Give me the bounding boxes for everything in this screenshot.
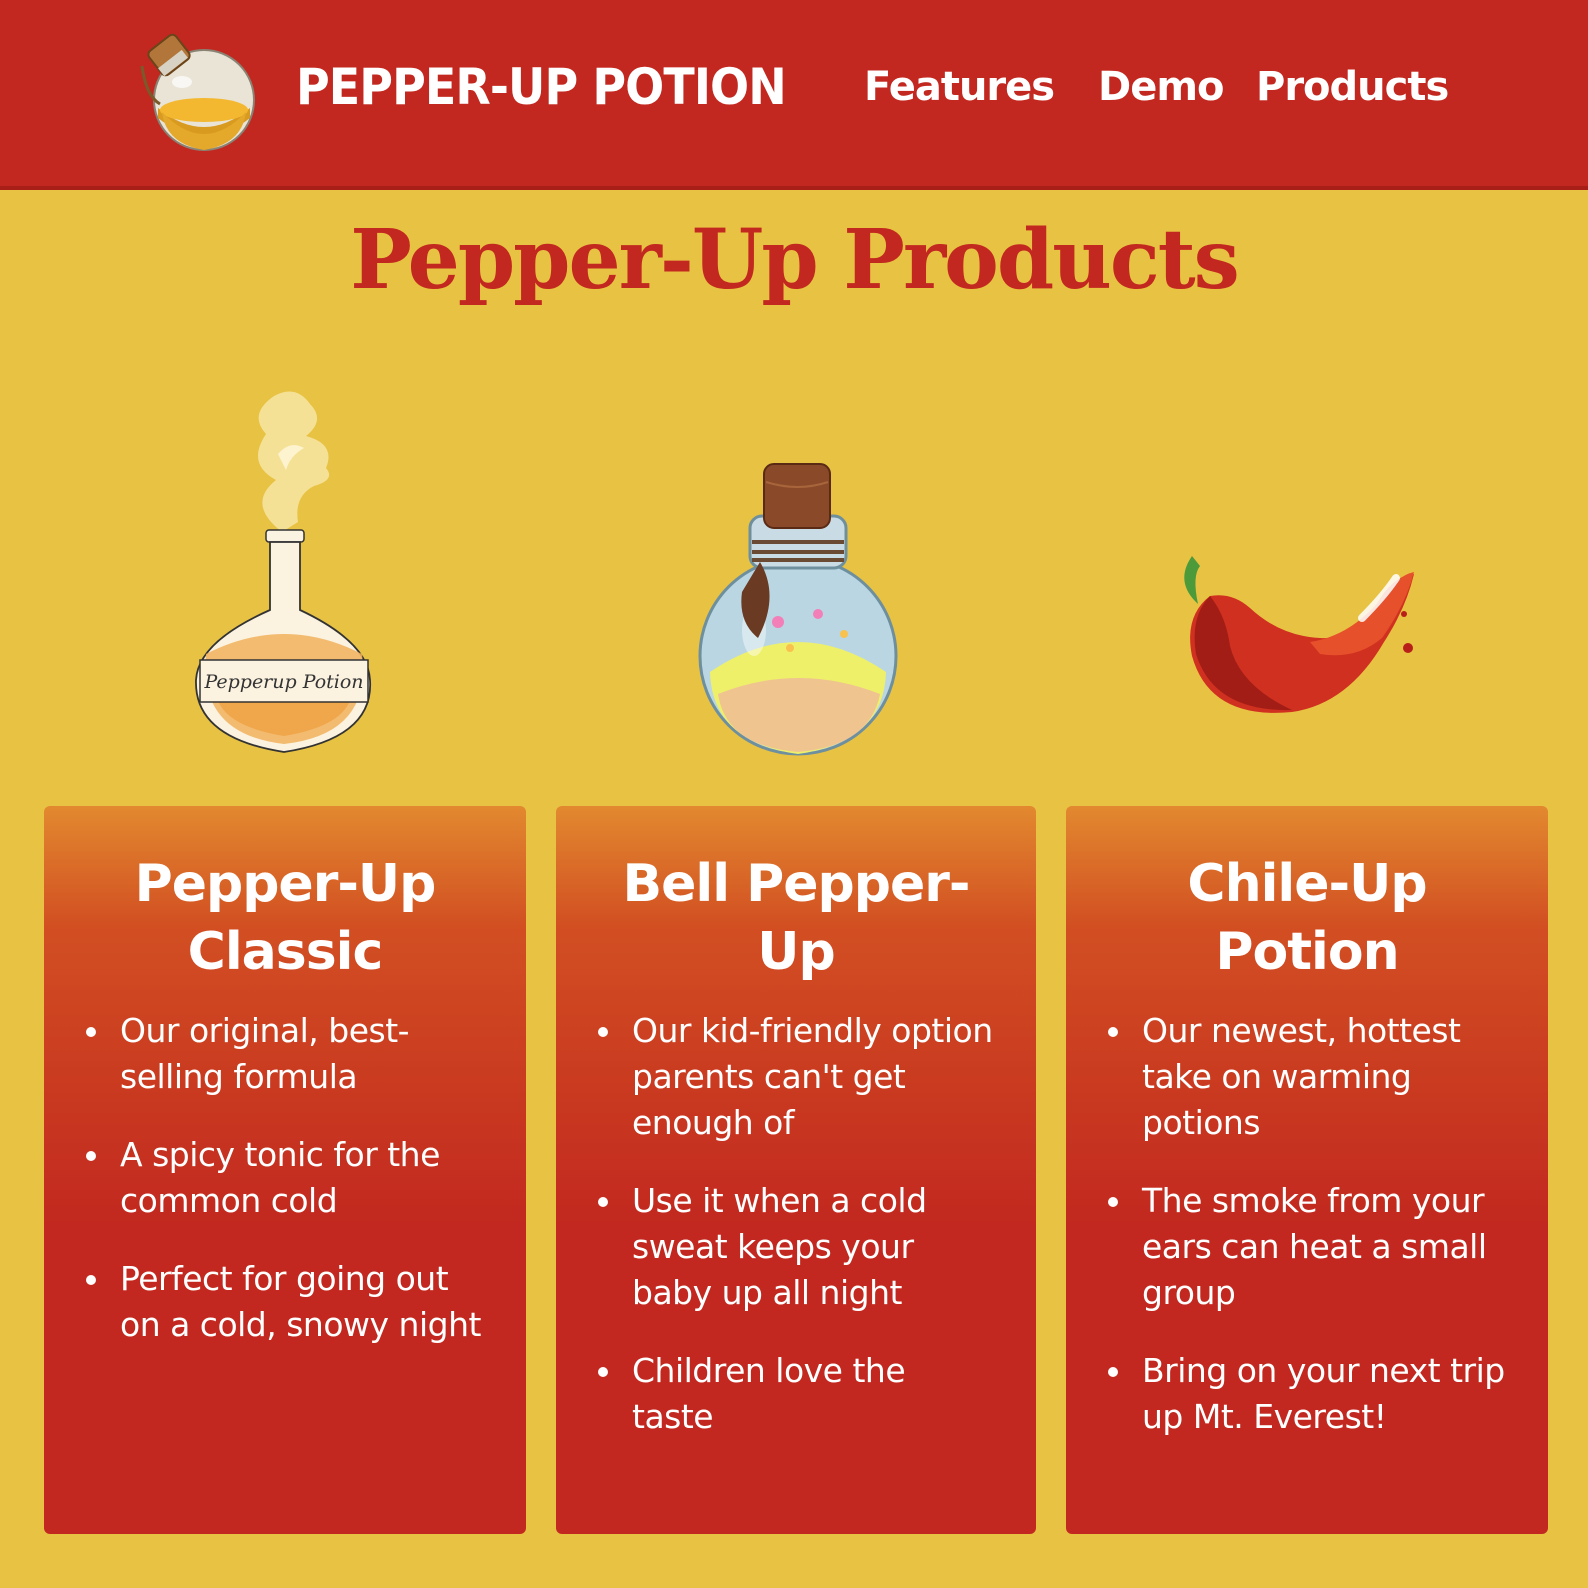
corked-potion-bottle-image <box>698 463 898 756</box>
feature-item: Use it when a cold sweat keeps your baby… <box>598 1178 994 1316</box>
flask-label: Pepperup Potion <box>203 671 363 693</box>
product-name: Pepper-Up Classic <box>134 854 437 982</box>
product-name: Chile-Up Potion <box>1187 854 1427 982</box>
product-card-bell-pepper-up: Bell Pepper-Up Our kid-friendly option p… <box>556 806 1036 1534</box>
feature-item: Our original, best-selling formula <box>86 1008 484 1100</box>
feature-item: Bring on your next trip up Mt. Everest! <box>1108 1348 1506 1440</box>
nav-link-demo[interactable]: Demo <box>1098 64 1224 110</box>
feature-item: The smoke from your ears can heat a smal… <box>1108 1178 1506 1316</box>
red-chili-pepper-image <box>1184 556 1414 713</box>
feature-item: Perfect for going out on a cold, snowy n… <box>86 1256 484 1348</box>
product-name: Bell Pepper-Up <box>622 854 971 982</box>
feature-item: Our newest, hottest take on warming poti… <box>1108 1008 1506 1146</box>
feature-list: Our kid-friendly option parents can't ge… <box>598 1008 994 1440</box>
feature-item: A spicy tonic for the common cold <box>86 1132 484 1224</box>
nav-link-features[interactable]: Features <box>864 64 1055 110</box>
page-title: Pepper-Up Products <box>350 212 1240 308</box>
feature-list: Our newest, hottest take on warming poti… <box>1108 1008 1506 1440</box>
feature-item: Children love the taste <box>598 1348 994 1440</box>
product-card-chile-up-potion: Chile-Up Potion Our newest, hottest take… <box>1066 806 1548 1534</box>
feature-item: Our kid-friendly option parents can't ge… <box>598 1008 994 1146</box>
feature-list: Our original, best-selling formula A spi… <box>86 1008 484 1348</box>
site-header: PEPPER-UP POTION Features Demo Products <box>0 0 1588 190</box>
steaming-potion-flask-image: Pepperup Potion <box>195 391 371 753</box>
nav-link-products[interactable]: Products <box>1256 64 1449 110</box>
product-card-pepper-up-classic: Pepper-Up Classic Our original, best-sel… <box>44 806 526 1534</box>
main-nav: Features Demo Products <box>0 64 1588 124</box>
